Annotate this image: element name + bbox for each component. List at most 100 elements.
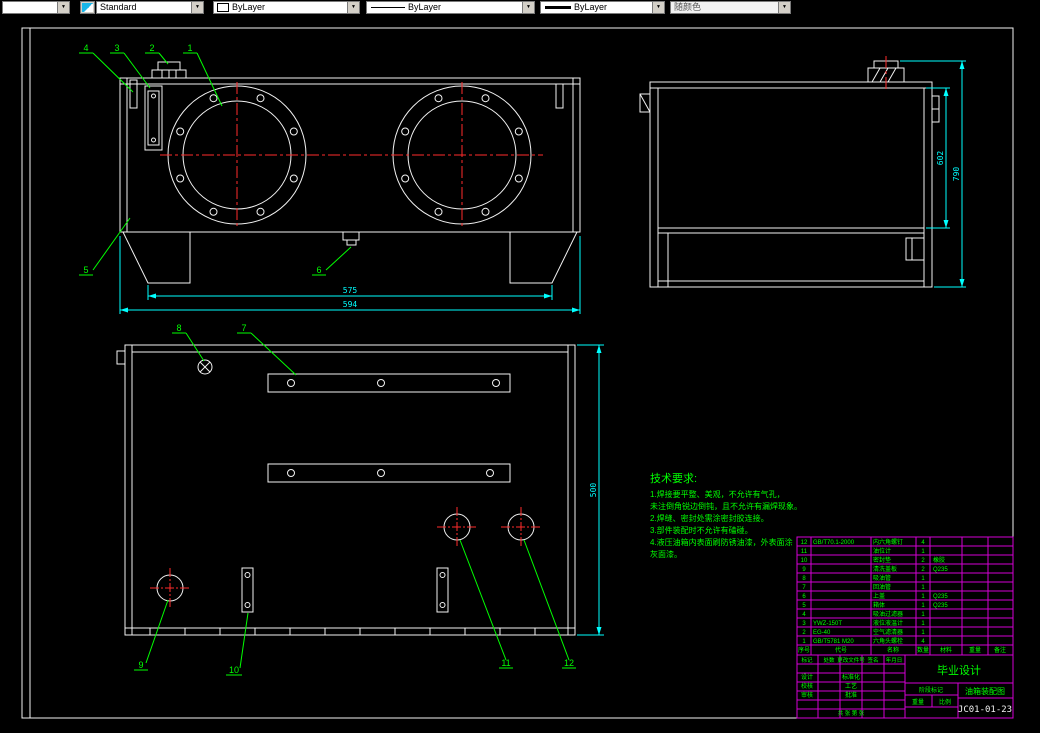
- part-qty: 1: [921, 630, 925, 636]
- sig-audit: 审核: [801, 691, 813, 699]
- chevron-down-icon[interactable]: ▼: [652, 2, 664, 13]
- callout-label: 4: [83, 43, 88, 53]
- part-qty: 1: [921, 576, 925, 582]
- tech-req-line: 4.液压油箱内表面刷防锈油漆，外表面涂: [650, 537, 793, 547]
- signature-rows: 设计 标准化 校核 工艺 审核 批准 共 张 第 张: [801, 673, 865, 717]
- tb-header-material: 材料: [940, 646, 952, 654]
- part-material: Q235: [933, 567, 948, 573]
- color-value: ByLayer: [232, 2, 266, 12]
- tb-header-no: 序号: [798, 646, 810, 654]
- sig-process: 工艺: [845, 682, 857, 690]
- part-name: 吸油管: [873, 574, 891, 582]
- part-name: 油位计: [873, 547, 891, 555]
- tb-header-qty: 数量: [917, 646, 929, 654]
- front-view: [119, 61, 581, 284]
- callout-label: 6: [316, 265, 321, 275]
- chevron-down-icon[interactable]: ▼: [778, 2, 790, 13]
- parts-row: 11 油位计 1: [801, 547, 925, 555]
- scale-label: 比例: [939, 698, 951, 706]
- bottom-view-dimensions: 500: [577, 344, 604, 636]
- callout-label: 7: [241, 323, 246, 333]
- properties-toolbar: ▼ Standard ▼ ByLayer ▼ ByLayer ▼ ByLayer…: [0, 0, 1040, 14]
- drawing-title: 油箱装配图: [965, 686, 1005, 696]
- plotstyle-dropdown[interactable]: 随颜色 ▼: [670, 1, 791, 14]
- part-no: 2: [802, 630, 806, 636]
- linetype-dropdown[interactable]: ByLayer ▼: [366, 1, 535, 14]
- parts-row: 6 上盖 1 Q235: [802, 592, 948, 600]
- part-no: 6: [802, 594, 806, 600]
- tech-req-line: 3.部件装配时不允许有磕碰。: [650, 525, 753, 535]
- parts-row: 5 箱体 1 Q235: [802, 601, 948, 609]
- part-name: 吸油过滤器: [873, 610, 903, 618]
- style-manager-button[interactable]: [80, 1, 95, 14]
- rev-sign: 签名: [867, 656, 878, 664]
- color-swatch-icon: [217, 3, 229, 12]
- parts-row: 9 清洗盖板 2 Q235: [802, 565, 948, 573]
- parts-row: 10 密封垫 2 橡胶: [801, 556, 945, 564]
- part-qty: 4: [921, 540, 925, 546]
- text-style-dropdown[interactable]: Standard ▼: [96, 1, 204, 14]
- part-name: 上盖: [873, 592, 885, 600]
- rev-doc: 更改文件号: [837, 656, 865, 664]
- lineweight-dropdown[interactable]: ByLayer ▼: [540, 1, 665, 14]
- rev-date: 年月日: [886, 656, 903, 664]
- callout-label: 5: [83, 265, 88, 275]
- lineweight-value: ByLayer: [574, 2, 608, 12]
- part-no: 5: [802, 603, 806, 609]
- part-no: 8: [802, 576, 806, 582]
- part-name: 箱体: [873, 601, 885, 609]
- part-no: 4: [802, 612, 806, 618]
- parts-row: 7 回油管 1: [802, 583, 925, 591]
- sig-design: 设计: [801, 673, 813, 681]
- bottom-view-centerlines: [150, 507, 541, 608]
- dimension-value: 602: [936, 151, 945, 166]
- parts-row: 12 GB/T70.1-2000 内六角螺钉 4: [801, 538, 926, 546]
- part-qty: 1: [921, 612, 925, 618]
- tb-header-name: 名称: [887, 646, 899, 654]
- tech-req-title: 技术要求:: [650, 472, 697, 485]
- revision-row: 标记 处数 更改文件号 签名 年月日: [801, 656, 902, 664]
- parts-row: 1 GB/T5781 M20 六角头螺栓 4: [802, 637, 925, 645]
- part-no: 7: [802, 585, 806, 591]
- part-name: 空气滤清器: [873, 628, 903, 636]
- tb-header-code: 代号: [835, 646, 847, 654]
- part-qty: 1: [921, 549, 925, 555]
- sheet-count: 共 张 第 张: [838, 709, 865, 717]
- sig-check: 校核: [801, 682, 813, 690]
- parts-row: 2 EG-40 空气滤清器 1: [802, 628, 925, 636]
- layer-dropdown[interactable]: ▼: [2, 1, 70, 14]
- part-code: GB/T5781 M20: [813, 639, 854, 645]
- project-title: 毕业设计: [937, 664, 981, 677]
- part-name: 回油管: [873, 583, 891, 591]
- chevron-down-icon[interactable]: ▼: [57, 2, 69, 13]
- sheet-frame: [21, 27, 1014, 719]
- weight-label: 重量: [912, 698, 924, 706]
- chevron-down-icon[interactable]: ▼: [347, 2, 359, 13]
- part-material: Q235: [933, 594, 948, 600]
- parts-row: 3 YWZ-150T 液位液温计 1: [802, 619, 925, 627]
- chevron-down-icon[interactable]: ▼: [191, 2, 203, 13]
- callout-label: 1: [187, 43, 192, 53]
- part-name: 密封垫: [873, 556, 891, 564]
- chevron-down-icon[interactable]: ▼: [522, 2, 534, 13]
- part-name: 六角头螺栓: [873, 637, 903, 645]
- tech-req-line: 2.焊缝、密封处需涂密封胶连接。: [650, 513, 769, 523]
- part-material: 橡胶: [933, 556, 945, 564]
- callout-label: 10: [229, 665, 239, 675]
- part-no: 9: [802, 567, 806, 573]
- rev-mark: 标记: [801, 656, 813, 664]
- parts-row: 8 吸油管 1: [802, 574, 925, 582]
- drawing-canvas[interactable]: 575 594 4 3 2 1 5 6 602 790 500 8 7 9 10…: [0, 14, 1040, 733]
- title-block: 12 GB/T70.1-2000 内六角螺钉 4 11 油位计 1 10 密封垫…: [796, 536, 1014, 719]
- style-icon: [82, 3, 93, 12]
- bottom-view: [116, 344, 576, 636]
- part-code: YWZ-150T: [813, 621, 842, 627]
- dimension-value: 575: [343, 286, 358, 295]
- plotstyle-value: 随颜色: [674, 2, 702, 12]
- color-dropdown[interactable]: ByLayer ▼: [213, 1, 360, 14]
- parts-header-row: 序号 代号 名称 数量 材料 重量 备注: [798, 646, 1006, 654]
- drawing-number: JC01-01-23: [958, 705, 1012, 715]
- parts-row: 4 吸油过滤器 1: [802, 610, 925, 618]
- part-qty: 1: [921, 594, 925, 600]
- callout-label: 2: [149, 43, 154, 53]
